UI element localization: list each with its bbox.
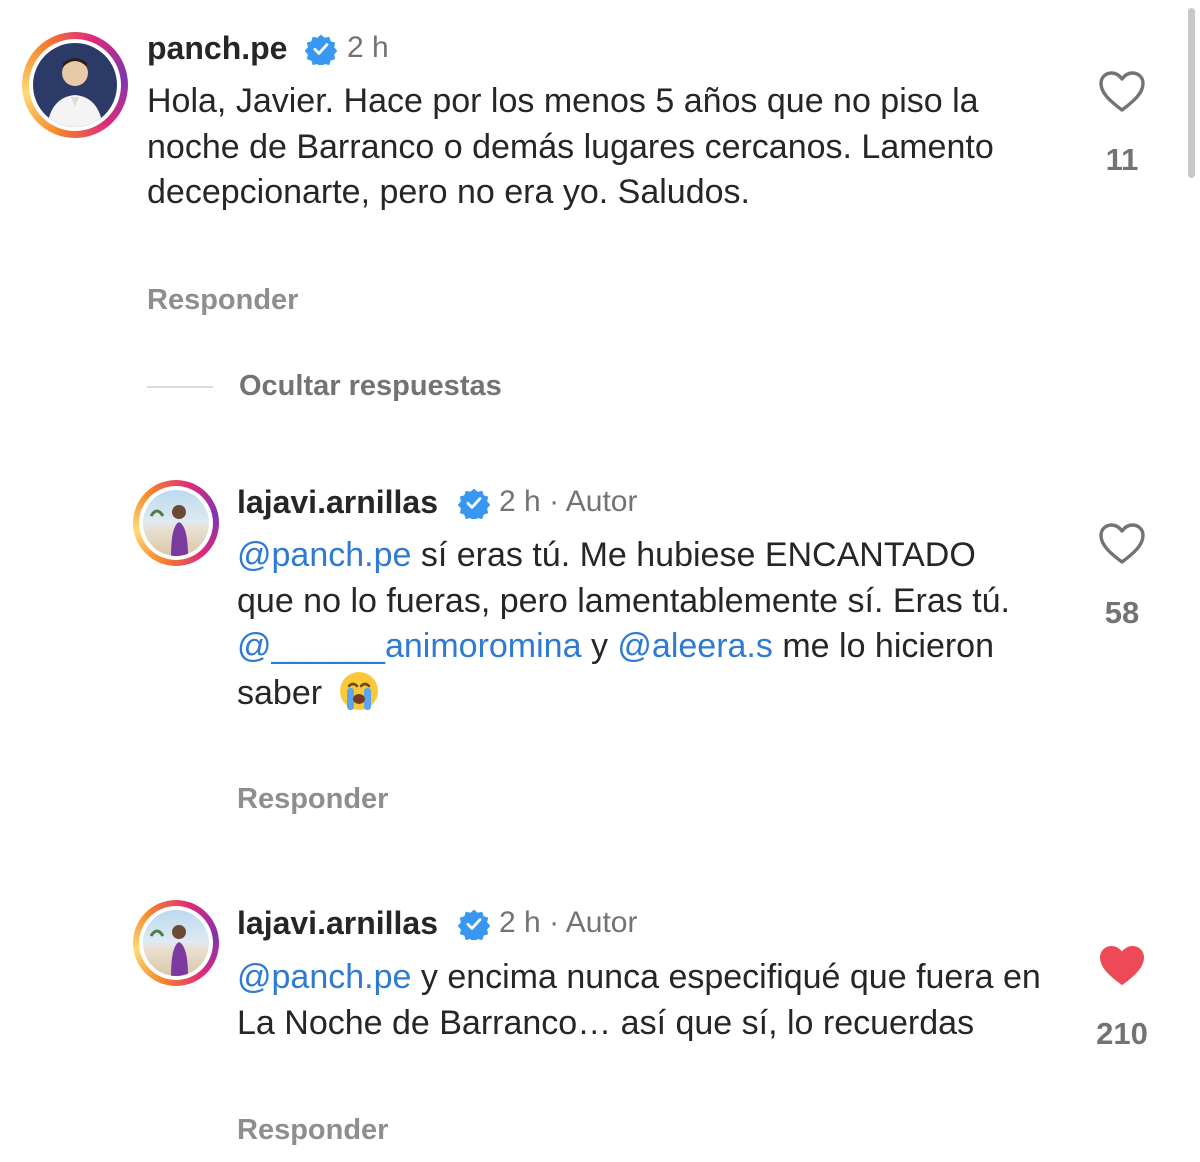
mention-link[interactable]: @panch.pe bbox=[237, 536, 411, 574]
crying-face-emoji bbox=[339, 671, 378, 710]
heart-outline-icon[interactable] bbox=[1098, 522, 1146, 566]
hide-replies-button[interactable]: Ocultar respuestas bbox=[239, 370, 502, 403]
verified-badge-icon bbox=[458, 909, 490, 940]
verified-badge-icon bbox=[458, 488, 490, 519]
comment-text: Hola, Javier. Hace por los menos 5 años … bbox=[147, 82, 994, 211]
username[interactable]: lajavi.arnillas bbox=[237, 484, 438, 521]
like-count: 210 bbox=[1096, 1016, 1148, 1051]
username[interactable]: panch.pe bbox=[147, 30, 287, 67]
scrollbar[interactable] bbox=[1188, 8, 1195, 178]
comment-time: 2 h bbox=[347, 31, 389, 64]
mention-link[interactable]: @panch.pe bbox=[237, 958, 411, 996]
comment-text: @panch.pe y encima nunca especifiqué que… bbox=[237, 958, 1041, 1042]
verified-badge-icon bbox=[305, 34, 337, 65]
comment-time: 2 h · Autor bbox=[499, 906, 638, 939]
divider bbox=[147, 386, 213, 388]
reply-button[interactable]: Responder bbox=[237, 783, 388, 816]
avatar bbox=[33, 43, 117, 127]
story-ring-avatar-panch[interactable] bbox=[22, 32, 128, 138]
story-ring-avatar-lajavi[interactable] bbox=[133, 480, 219, 566]
mention-link[interactable]: @aleera.s bbox=[617, 627, 772, 665]
comment-time: 2 h · Autor bbox=[499, 485, 638, 518]
reply-button[interactable]: Responder bbox=[237, 1114, 388, 1147]
like-count: 11 bbox=[1105, 142, 1139, 177]
comment-text: @panch.pe sí eras tú. Me hubiese ENCANTA… bbox=[237, 536, 1011, 712]
like-count: 58 bbox=[1104, 595, 1140, 630]
story-ring-avatar-lajavi[interactable] bbox=[133, 900, 219, 986]
username[interactable]: lajavi.arnillas bbox=[237, 905, 438, 942]
avatar bbox=[143, 490, 209, 556]
avatar bbox=[143, 910, 209, 976]
mention-link[interactable]: @______animoromina bbox=[237, 627, 582, 665]
heart-filled-icon[interactable] bbox=[1098, 944, 1146, 988]
heart-outline-icon[interactable] bbox=[1098, 70, 1146, 114]
reply-button[interactable]: Responder bbox=[147, 284, 298, 317]
